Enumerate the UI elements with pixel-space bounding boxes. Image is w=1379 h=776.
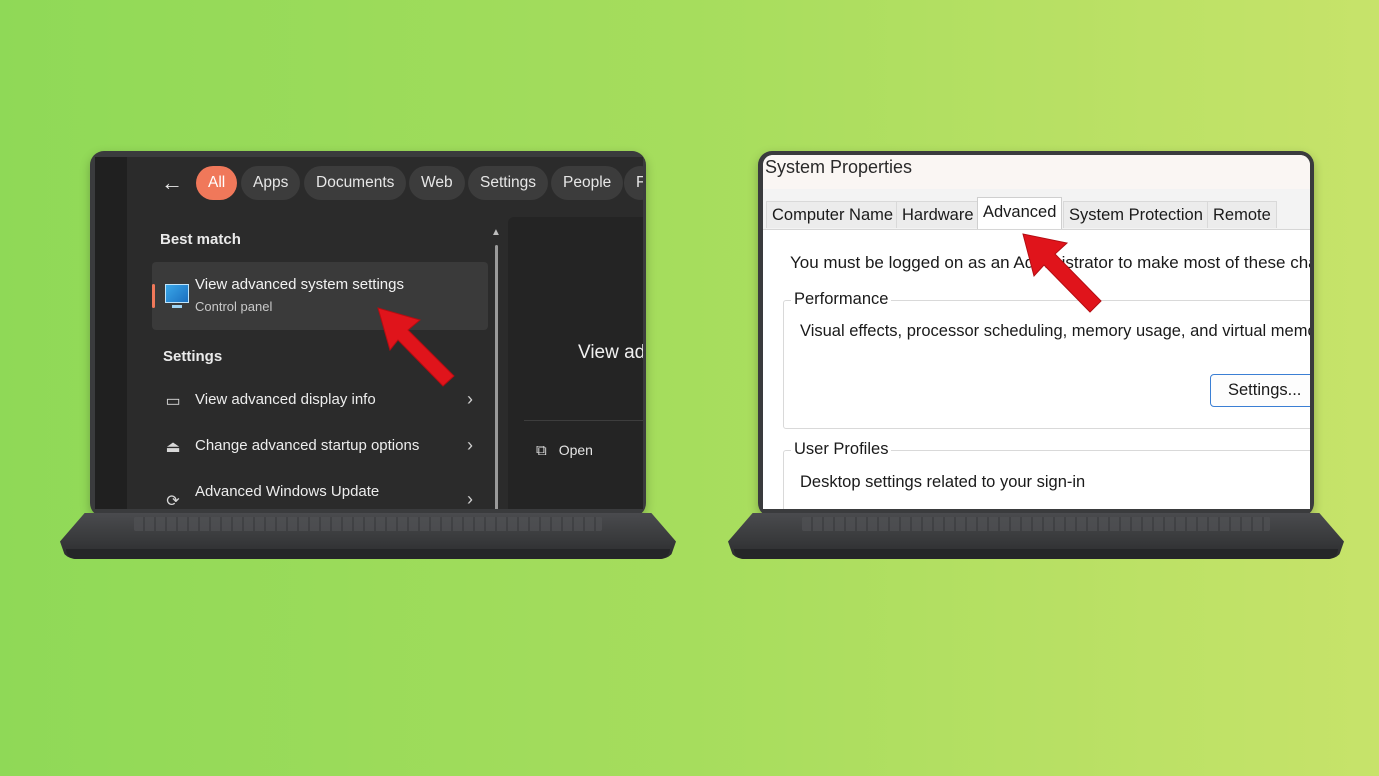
best-match-title: View advanced system settings bbox=[195, 276, 404, 293]
performance-title: Performance bbox=[791, 290, 892, 309]
left-laptop-base bbox=[60, 513, 676, 559]
preview-divider bbox=[524, 420, 643, 421]
right-laptop-keyboard bbox=[801, 517, 1271, 531]
best-match-result[interactable]: View advanced system settings Control pa… bbox=[152, 262, 488, 330]
filter-chip-apps[interactable]: Apps bbox=[241, 166, 301, 200]
settings-item-startup-options[interactable]: ⏏ Change advanced startup options › bbox=[163, 433, 473, 463]
open-external-icon: ⧉ bbox=[536, 442, 547, 459]
left-laptop-base-lip bbox=[66, 549, 670, 559]
open-action[interactable]: ⧉ Open bbox=[536, 442, 593, 459]
right-laptop-base-lip bbox=[734, 549, 1338, 559]
scroll-up-arrow-icon[interactable]: ▲ bbox=[491, 227, 501, 238]
window-titlebar[interactable]: System Properties bbox=[763, 155, 1310, 189]
tab-remote[interactable]: Remote bbox=[1207, 201, 1277, 228]
settings-heading: Settings bbox=[163, 348, 223, 365]
user-profiles-description: Desktop settings related to your sign-in bbox=[800, 473, 1086, 491]
preview-pane: View ad ⧉ Open bbox=[508, 217, 643, 509]
sync-icon: ⟳ bbox=[166, 493, 180, 509]
settings-item-label: View advanced display info bbox=[195, 391, 376, 408]
performance-group: Performance Visual effects, processor sc… bbox=[783, 290, 1310, 429]
filter-chip-web[interactable]: Web bbox=[409, 166, 465, 200]
startup-icon: ⏏ bbox=[165, 439, 181, 456]
window-title: System Properties bbox=[765, 157, 913, 177]
filter-chip-documents[interactable]: Documents bbox=[304, 166, 407, 200]
selection-accent bbox=[152, 284, 155, 308]
system-properties-window: System Properties Computer Name Hardware… bbox=[763, 155, 1310, 509]
settings-item-label: Change advanced startup options bbox=[195, 437, 420, 454]
windows-search-panel: ← All Apps Documents Web Settings People… bbox=[127, 157, 643, 509]
right-laptop-base bbox=[728, 513, 1344, 559]
open-label: Open bbox=[558, 442, 593, 458]
tab-hardware[interactable]: Hardware bbox=[896, 201, 980, 228]
filter-chip-people[interactable]: People bbox=[551, 166, 624, 200]
best-match-heading: Best match bbox=[160, 231, 241, 248]
filter-chip-more[interactable]: F bbox=[624, 166, 643, 200]
left-laptop-keyboard bbox=[133, 517, 603, 531]
control-panel-monitor-icon bbox=[165, 284, 189, 308]
tab-computer-name[interactable]: Computer Name bbox=[766, 201, 900, 228]
tab-strip: Computer Name Hardware Advanced System P… bbox=[763, 189, 1310, 230]
tab-advanced[interactable]: Advanced bbox=[977, 197, 1063, 229]
chevron-right-icon: › bbox=[467, 489, 473, 509]
results-scrollbar[interactable] bbox=[495, 245, 498, 509]
admin-notice: You must be logged on as an Administrato… bbox=[790, 253, 1310, 272]
filter-chip-settings[interactable]: Settings bbox=[468, 166, 549, 200]
taskbar-strip bbox=[95, 157, 127, 509]
filter-chip-all[interactable]: All bbox=[196, 166, 238, 200]
best-match-subtitle: Control panel bbox=[195, 299, 273, 314]
user-profiles-title: User Profiles bbox=[791, 440, 892, 459]
back-arrow-icon[interactable]: ← bbox=[161, 170, 183, 196]
chevron-right-icon: › bbox=[467, 435, 473, 455]
laptop-icon: ▭ bbox=[165, 393, 181, 410]
tab-system-protection[interactable]: System Protection bbox=[1063, 201, 1209, 228]
settings-item-windows-update[interactable]: ⟳ Advanced Windows Update › bbox=[163, 479, 473, 509]
chevron-right-icon: › bbox=[467, 389, 473, 409]
settings-item-display-info[interactable]: ▭ View advanced display info › bbox=[163, 387, 473, 417]
preview-title: View ad bbox=[578, 342, 643, 363]
user-profiles-group: User Profiles Desktop settings related t… bbox=[783, 440, 1310, 509]
performance-description: Visual effects, processor scheduling, me… bbox=[800, 322, 1310, 340]
settings-item-label: Advanced Windows Update bbox=[195, 483, 380, 500]
performance-settings-button[interactable]: Settings... bbox=[1210, 374, 1310, 407]
